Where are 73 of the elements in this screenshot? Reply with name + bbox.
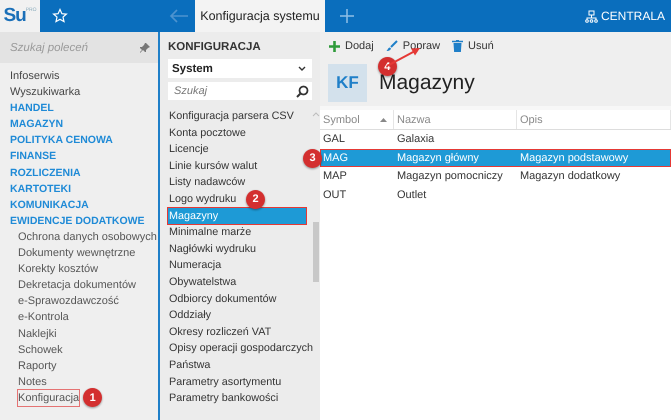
config-list-item[interactable]: Parametry asortymentu [168,374,282,390]
brush-icon [386,40,398,52]
config-list-item[interactable]: Numeracja [168,257,222,274]
network-icon [584,10,598,22]
column-header[interactable]: Nazwa [394,110,517,129]
sidebar-subitem[interactable]: Notes [18,374,47,390]
config-list-item[interactable]: Odbiorcy dokumentów [168,290,276,308]
sidebar-item[interactable]: Infoserwis [10,68,60,84]
table-cell: GAL [323,133,346,146]
sidebar-subitem[interactable]: Ochrona danych osobowych [18,228,157,246]
scrollbar-thumb[interactable] [312,222,318,282]
table-cell: Magazyn główny [397,152,479,164]
config-list-item[interactable]: Konta pocztowe [168,124,246,142]
sort-ascending-icon [380,118,387,122]
column-header[interactable]: Symbol [320,110,394,129]
config-list-item[interactable]: Logo wydruku [168,190,236,208]
search-field[interactable]: Szukaj [168,82,312,100]
table-cell: MAG [323,152,348,164]
edit-button[interactable]: Popraw [382,38,444,54]
star-icon[interactable] [52,8,68,24]
config-list-item[interactable]: Minimalne marże [168,224,252,241]
sidebar-subitem[interactable]: Naklejki [18,326,57,342]
column-header[interactable]: Opis [517,110,671,129]
sidebar-subitem[interactable]: e-Kontrola [18,309,69,326]
plus-icon[interactable] [339,8,355,24]
config-list-item[interactable]: Linie kursów walut [168,158,258,174]
company-name[interactable]: CENTRALA [600,9,665,23]
category-dropdown[interactable]: System [168,59,312,78]
config-list-item[interactable]: Obywatelstwa [168,274,236,291]
table-row[interactable]: GAL Galaxia [320,130,671,148]
module-icon: KF [328,64,367,102]
step-badge: 2 [246,190,265,209]
table-row[interactable]: OUT Outlet [320,186,671,204]
table-cell: Magazyn pomocniczy [397,170,503,182]
chevron-down-icon [298,66,306,71]
sidebar-subitem[interactable]: Schowek [18,342,63,358]
chevron-up-icon[interactable] [312,112,320,117]
table-cell: Magazyn dodatkowy [520,170,620,182]
config-list-item[interactable]: Państwa [168,356,210,374]
search-icon [296,84,309,98]
config-list-item[interactable]: Oddziały [168,307,212,324]
add-button[interactable]: Dodaj [326,38,377,54]
sidebar-subitem[interactable]: e-Sprawozdawczość [18,293,119,310]
plus-icon [329,40,340,52]
step-badge: 1 [83,388,102,408]
config-list-item[interactable]: Licencje [168,141,209,158]
tab[interactable]: Konfiguracja systemu [195,0,325,32]
sidebar-subitem[interactable]: Dokumenty wewnętrzne [18,245,136,262]
table-cell: Outlet [397,188,426,201]
trash-icon [452,40,464,52]
config-list-item[interactable]: Okresy rozliczeń VAT [168,324,272,340]
config-list-item[interactable]: Parametry bankowości [168,390,278,407]
table-row[interactable]: MAP Magazyn pomocniczy Magazyn dodatkowy [320,167,671,186]
config-list-item[interactable]: Nagłówki wydruku [168,240,256,258]
table-cell: Magazyn podstawowy [520,152,628,164]
sidebar-subitem[interactable]: Raporty [18,358,57,374]
back-arrow-icon[interactable] [169,9,189,23]
table-cell: OUT [323,188,346,201]
pin-icon[interactable] [140,42,150,52]
sidebar-subitem[interactable]: Korekty kosztów [18,261,98,278]
search-input[interactable]: Szukaj poleceń [8,40,132,54]
config-list-item[interactable]: Opisy operacji gospodarczych [168,340,314,357]
sidebar-item[interactable]: Wyszukiwarka [10,84,80,100]
table-cell: MAP [323,170,347,182]
sidebar-subitem[interactable]: Konfiguracja [18,390,80,406]
search-field[interactable]: Szukaj poleceń [0,32,158,63]
config-list-item[interactable]: Listy nadawców [168,174,246,191]
table-cell: Galaxia [397,133,434,146]
sidebar-subitem[interactable]: Dekretacja dokumentów [18,277,136,294]
search-input[interactable]: Szukaj [172,84,276,98]
config-list-item[interactable]: Konfiguracja parsera CSV [168,108,294,125]
section-title: KONFIGURACJA [167,40,262,55]
delete-button[interactable]: Usuń [449,38,497,54]
